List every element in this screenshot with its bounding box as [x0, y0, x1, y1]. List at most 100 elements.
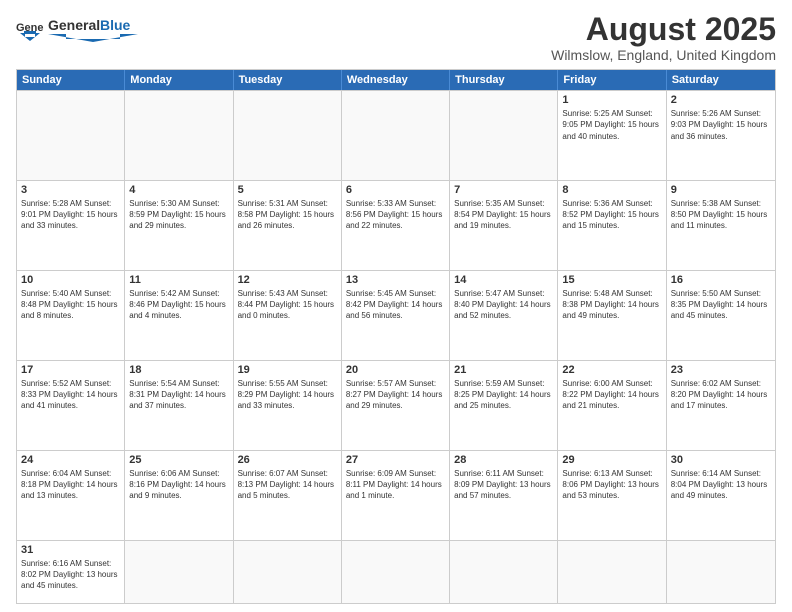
- cell-info: Sunrise: 6:04 AM Sunset: 8:18 PM Dayligh…: [21, 468, 120, 502]
- day-number: 15: [562, 274, 661, 286]
- day-number: 22: [562, 364, 661, 376]
- calendar-cell-w2d7: 9 Sunrise: 5:38 AM Sunset: 8:50 PM Daylig…: [667, 181, 775, 270]
- calendar-cell-w5d4: 27 Sunrise: 6:09 AM Sunset: 8:11 PM Dayli…: [342, 451, 450, 540]
- day-number: 8: [562, 184, 661, 196]
- cell-info: Sunrise: 5:45 AM Sunset: 8:42 PM Dayligh…: [346, 288, 445, 322]
- calendar-week-1: 1Sunrise: 5:25 AM Sunset: 9:05 PM Daylig…: [17, 90, 775, 180]
- calendar-cell-w4d7: 23 Sunrise: 6:02 AM Sunset: 8:20 PM Dayli…: [667, 361, 775, 450]
- day-number: 19: [238, 364, 337, 376]
- day-number: 23: [671, 364, 771, 376]
- cell-info: Sunrise: 5:52 AM Sunset: 8:33 PM Dayligh…: [21, 378, 120, 412]
- day-number: 16: [671, 274, 771, 286]
- cell-info: Sunrise: 6:09 AM Sunset: 8:11 PM Dayligh…: [346, 468, 445, 502]
- calendar-cell-w5d1: 24 Sunrise: 6:04 AM Sunset: 8:18 PM Dayli…: [17, 451, 125, 540]
- day-number: 30: [671, 454, 771, 466]
- calendar-cell-w3d7: 16 Sunrise: 5:50 AM Sunset: 8:35 PM Dayli…: [667, 271, 775, 360]
- day-number: 26: [238, 454, 337, 466]
- cell-info: Sunrise: 5:47 AM Sunset: 8:40 PM Dayligh…: [454, 288, 553, 322]
- calendar-cell-w1d7: 2Sunrise: 5:26 AM Sunset: 9:03 PM Daylig…: [667, 91, 775, 180]
- calendar-week-5: 24 Sunrise: 6:04 AM Sunset: 8:18 PM Dayli…: [17, 450, 775, 540]
- calendar-week-4: 17 Sunrise: 5:52 AM Sunset: 8:33 PM Dayli…: [17, 360, 775, 450]
- cell-info: Sunrise: 5:50 AM Sunset: 8:35 PM Dayligh…: [671, 288, 771, 322]
- calendar-cell-w3d1: 10Sunrise: 5:40 AM Sunset: 8:48 PM Dayli…: [17, 271, 125, 360]
- cell-info: Sunrise: 5:42 AM Sunset: 8:46 PM Dayligh…: [129, 288, 228, 322]
- main-title: August 2025: [551, 12, 776, 47]
- day-number: 24: [21, 454, 120, 466]
- day-number: 13: [346, 274, 445, 286]
- calendar-cell-w6d3: [234, 541, 342, 603]
- calendar-cell-w3d4: 13 Sunrise: 5:45 AM Sunset: 8:42 PM Dayli…: [342, 271, 450, 360]
- day-number: 3: [21, 184, 120, 196]
- logo-text: General Blue: [48, 12, 138, 47]
- calendar-cell-w1d1: [17, 91, 125, 180]
- cell-info: Sunrise: 6:16 AM Sunset: 8:02 PM Dayligh…: [21, 558, 120, 592]
- calendar-cell-w2d4: 6 Sunrise: 5:33 AM Sunset: 8:56 PM Daylig…: [342, 181, 450, 270]
- col-friday: Friday: [558, 70, 666, 90]
- calendar-cell-w4d2: 18 Sunrise: 5:54 AM Sunset: 8:31 PM Dayli…: [125, 361, 233, 450]
- page: General General Blue August 2025 Wilmslo…: [0, 0, 792, 612]
- calendar-cell-w6d4: [342, 541, 450, 603]
- day-number: 11: [129, 274, 228, 286]
- cell-info: Sunrise: 6:07 AM Sunset: 8:13 PM Dayligh…: [238, 468, 337, 502]
- svg-text:General: General: [48, 17, 100, 33]
- cell-info: Sunrise: 6:06 AM Sunset: 8:16 PM Dayligh…: [129, 468, 228, 502]
- col-sunday: Sunday: [17, 70, 125, 90]
- cell-info: Sunrise: 5:40 AM Sunset: 8:48 PM Dayligh…: [21, 288, 120, 322]
- logo-svg: General Blue: [48, 12, 138, 42]
- calendar-week-6: 31Sunrise: 6:16 AM Sunset: 8:02 PM Dayli…: [17, 540, 775, 603]
- calendar-cell-w1d3: [234, 91, 342, 180]
- calendar-cell-w2d2: 4 Sunrise: 5:30 AM Sunset: 8:59 PM Daylig…: [125, 181, 233, 270]
- cell-info: Sunrise: 5:35 AM Sunset: 8:54 PM Dayligh…: [454, 198, 553, 232]
- day-number: 29: [562, 454, 661, 466]
- calendar-cell-w5d7: 30Sunrise: 6:14 AM Sunset: 8:04 PM Dayli…: [667, 451, 775, 540]
- calendar-cell-w5d2: 25 Sunrise: 6:06 AM Sunset: 8:16 PM Dayli…: [125, 451, 233, 540]
- calendar: Sunday Monday Tuesday Wednesday Thursday…: [16, 69, 776, 604]
- calendar-week-2: 3Sunrise: 5:28 AM Sunset: 9:01 PM Daylig…: [17, 180, 775, 270]
- calendar-cell-w6d7: [667, 541, 775, 603]
- calendar-cell-w6d2: [125, 541, 233, 603]
- cell-info: Sunrise: 5:59 AM Sunset: 8:25 PM Dayligh…: [454, 378, 553, 412]
- cell-info: Sunrise: 5:33 AM Sunset: 8:56 PM Dayligh…: [346, 198, 445, 232]
- day-number: 27: [346, 454, 445, 466]
- calendar-cell-w2d1: 3Sunrise: 5:28 AM Sunset: 9:01 PM Daylig…: [17, 181, 125, 270]
- calendar-cell-w4d1: 17 Sunrise: 5:52 AM Sunset: 8:33 PM Dayli…: [17, 361, 125, 450]
- calendar-cell-w3d5: 14 Sunrise: 5:47 AM Sunset: 8:40 PM Dayli…: [450, 271, 558, 360]
- day-number: 7: [454, 184, 553, 196]
- calendar-cell-w1d6: 1Sunrise: 5:25 AM Sunset: 9:05 PM Daylig…: [558, 91, 666, 180]
- calendar-cell-w4d3: 19 Sunrise: 5:55 AM Sunset: 8:29 PM Dayli…: [234, 361, 342, 450]
- cell-info: Sunrise: 5:36 AM Sunset: 8:52 PM Dayligh…: [562, 198, 661, 232]
- cell-info: Sunrise: 5:54 AM Sunset: 8:31 PM Dayligh…: [129, 378, 228, 412]
- day-number: 18: [129, 364, 228, 376]
- calendar-cell-w3d6: 15Sunrise: 5:48 AM Sunset: 8:38 PM Dayli…: [558, 271, 666, 360]
- calendar-cell-w1d4: [342, 91, 450, 180]
- cell-info: Sunrise: 5:25 AM Sunset: 9:05 PM Dayligh…: [562, 108, 661, 142]
- calendar-cell-w4d6: 22 Sunrise: 6:00 AM Sunset: 8:22 PM Dayli…: [558, 361, 666, 450]
- cell-info: Sunrise: 6:02 AM Sunset: 8:20 PM Dayligh…: [671, 378, 771, 412]
- cell-info: Sunrise: 5:38 AM Sunset: 8:50 PM Dayligh…: [671, 198, 771, 232]
- day-number: 25: [129, 454, 228, 466]
- generalblue-logo-icon: General: [16, 19, 44, 41]
- cell-info: Sunrise: 5:43 AM Sunset: 8:44 PM Dayligh…: [238, 288, 337, 322]
- col-wednesday: Wednesday: [342, 70, 450, 90]
- day-number: 12: [238, 274, 337, 286]
- calendar-cell-w1d2: [125, 91, 233, 180]
- day-number: 9: [671, 184, 771, 196]
- calendar-week-3: 10Sunrise: 5:40 AM Sunset: 8:48 PM Dayli…: [17, 270, 775, 360]
- calendar-cell-w6d1: 31Sunrise: 6:16 AM Sunset: 8:02 PM Dayli…: [17, 541, 125, 603]
- day-number: 17: [21, 364, 120, 376]
- calendar-cell-w1d5: [450, 91, 558, 180]
- calendar-cell-w4d4: 20Sunrise: 5:57 AM Sunset: 8:27 PM Dayli…: [342, 361, 450, 450]
- cell-info: Sunrise: 5:55 AM Sunset: 8:29 PM Dayligh…: [238, 378, 337, 412]
- col-thursday: Thursday: [450, 70, 558, 90]
- calendar-cell-w6d6: [558, 541, 666, 603]
- day-number: 14: [454, 274, 553, 286]
- day-number: 6: [346, 184, 445, 196]
- calendar-cell-w2d6: 8 Sunrise: 5:36 AM Sunset: 8:52 PM Daylig…: [558, 181, 666, 270]
- title-block: August 2025 Wilmslow, England, United Ki…: [551, 12, 776, 63]
- col-saturday: Saturday: [667, 70, 775, 90]
- day-number: 4: [129, 184, 228, 196]
- cell-info: Sunrise: 6:00 AM Sunset: 8:22 PM Dayligh…: [562, 378, 661, 412]
- cell-info: Sunrise: 5:30 AM Sunset: 8:59 PM Dayligh…: [129, 198, 228, 232]
- calendar-cell-w3d2: 11 Sunrise: 5:42 AM Sunset: 8:46 PM Dayli…: [125, 271, 233, 360]
- calendar-cell-w6d5: [450, 541, 558, 603]
